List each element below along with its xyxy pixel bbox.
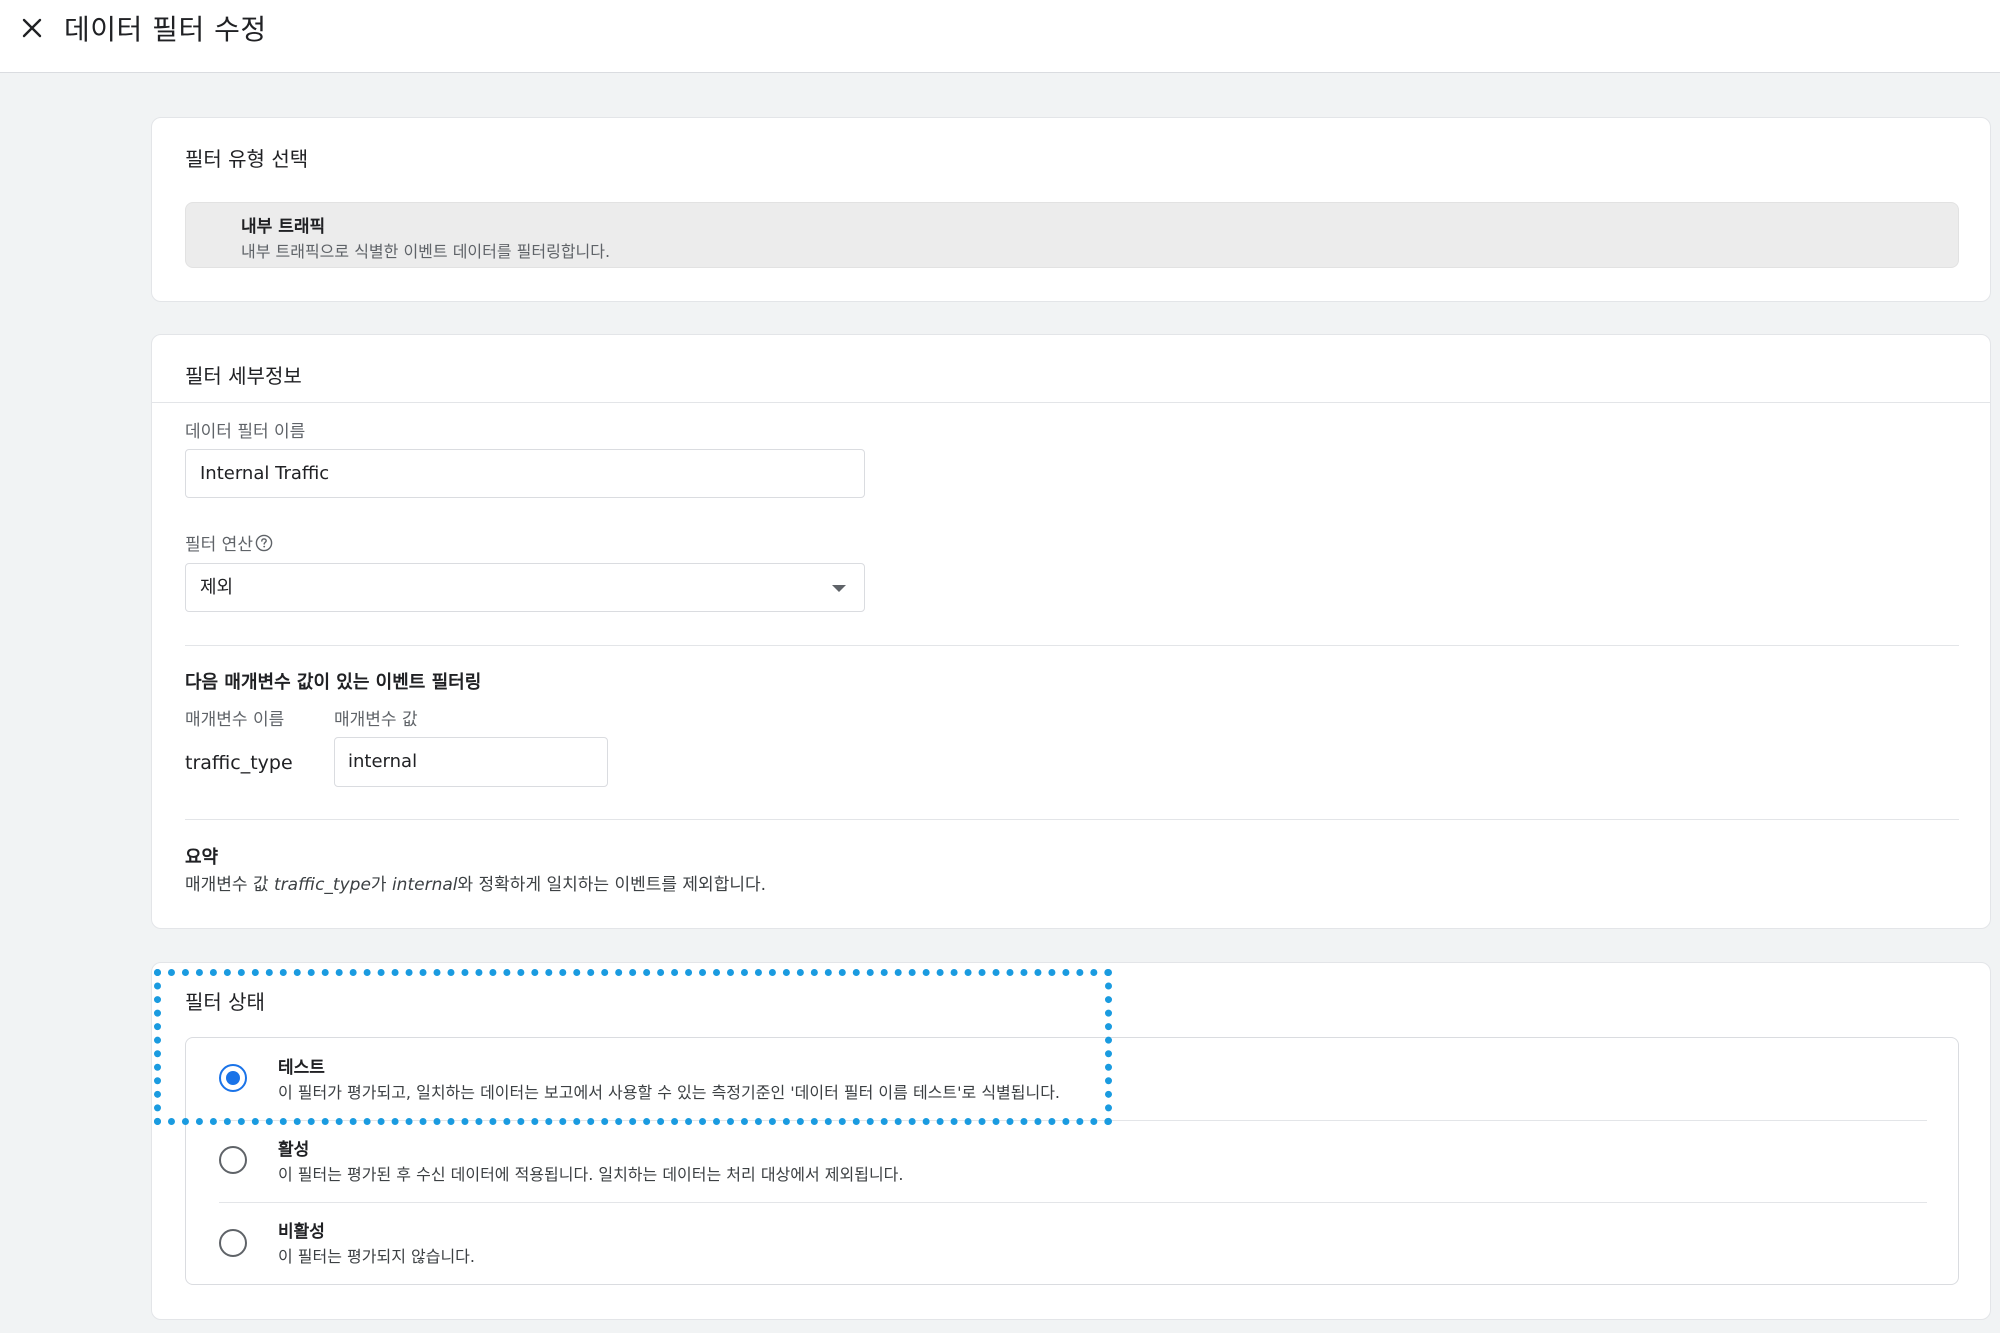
status-option-desc: 이 필터가 평가되고, 일치하는 데이터는 보고에서 사용할 수 있는 측정기준… <box>278 1083 1061 1102</box>
filter-operation-value: 제외 <box>200 577 234 598</box>
page-title: 데이터 필터 수정 <box>64 13 267 46</box>
status-option-title: 비활성 <box>278 1222 325 1242</box>
summary-text: 매개변수 값 traffic_type가 internal와 정확하게 일치하는… <box>185 870 766 895</box>
filter-name-input[interactable]: Internal Traffic <box>185 449 865 498</box>
radio-active[interactable] <box>219 1146 247 1174</box>
divider <box>185 819 1959 820</box>
close-button[interactable] <box>14 10 50 46</box>
filter-type-option-title: 내부 트래픽 <box>241 217 326 237</box>
param-name-value: traffic_type <box>185 752 293 774</box>
radio-test[interactable] <box>219 1064 247 1092</box>
filter-operation-label-text: 필터 연산 <box>185 535 253 555</box>
summary-value: internal <box>391 875 458 895</box>
param-section-title: 다음 매개변수 값이 있는 이벤트 필터링 <box>185 672 482 693</box>
filter-details-card: 필터 세부정보 데이터 필터 이름 Internal Traffic 필터 연산… <box>151 334 1991 929</box>
summary-mid: 가 <box>370 875 392 895</box>
divider <box>185 645 1959 646</box>
filter-details-title: 필터 세부정보 <box>185 364 302 388</box>
help-circle-icon[interactable] <box>255 534 273 552</box>
status-option-title: 테스트 <box>278 1058 325 1078</box>
summary-param: traffic_type <box>274 875 371 895</box>
filter-type-option[interactable]: 내부 트래픽 내부 트래픽으로 식별한 이벤트 데이터를 필터링합니다. <box>185 202 1959 268</box>
close-icon <box>22 18 42 38</box>
status-option-desc: 이 필터는 평가되지 않습니다. <box>278 1247 475 1266</box>
status-option-inactive[interactable]: 비활성 이 필터는 평가되지 않습니다. <box>186 1203 1960 1285</box>
filter-operation-label: 필터 연산 <box>185 530 273 555</box>
filter-type-card: 필터 유형 선택 내부 트래픽 내부 트래픽으로 식별한 이벤트 데이터를 필터… <box>151 117 1991 302</box>
status-option-desc: 이 필터는 평가된 후 수신 데이터에 적용됩니다. 일치하는 데이터는 처리 … <box>278 1165 904 1184</box>
radio-inactive[interactable] <box>219 1229 247 1257</box>
filter-type-title: 필터 유형 선택 <box>185 147 309 171</box>
status-option-title: 활성 <box>278 1140 310 1160</box>
filter-status-title: 필터 상태 <box>185 990 265 1014</box>
param-name-label: 매개변수 이름 <box>185 710 285 730</box>
filter-status-card: 필터 상태 테스트 이 필터가 평가되고, 일치하는 데이터는 보고에서 사용할… <box>151 962 1991 1320</box>
top-bar: 데이터 필터 수정 <box>0 0 2000 73</box>
summary-prefix: 매개변수 값 <box>185 875 275 895</box>
filter-name-label: 데이터 필터 이름 <box>185 422 306 442</box>
summary-title: 요약 <box>185 847 219 868</box>
chevron-down-icon <box>832 585 846 592</box>
filter-status-options: 테스트 이 필터가 평가되고, 일치하는 데이터는 보고에서 사용할 수 있는 … <box>185 1037 1959 1285</box>
status-option-test[interactable]: 테스트 이 필터가 평가되고, 일치하는 데이터는 보고에서 사용할 수 있는 … <box>186 1038 1960 1120</box>
summary-suffix: 와 정확하게 일치하는 이벤트를 제외합니다. <box>457 875 767 895</box>
status-option-active[interactable]: 활성 이 필터는 평가된 후 수신 데이터에 적용됩니다. 일치하는 데이터는 … <box>186 1121 1960 1203</box>
param-value-input[interactable]: internal <box>334 737 608 787</box>
divider <box>152 402 1990 403</box>
filter-operation-select[interactable]: 제외 <box>185 563 865 612</box>
param-value-label: 매개변수 값 <box>334 710 418 730</box>
filter-type-option-desc: 내부 트래픽으로 식별한 이벤트 데이터를 필터링합니다. <box>241 242 611 261</box>
